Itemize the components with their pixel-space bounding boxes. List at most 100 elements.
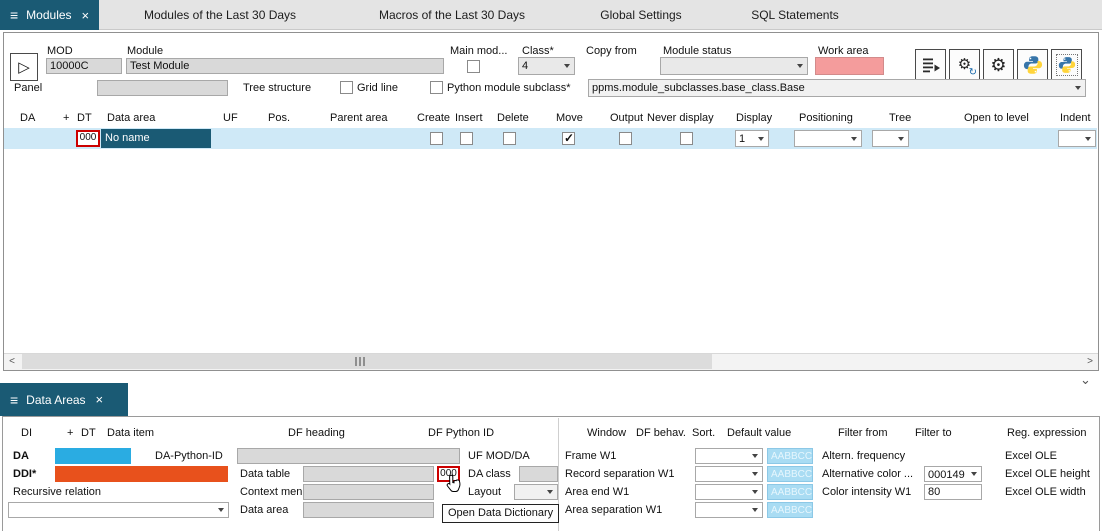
module-name-field[interactable]: Test Module <box>126 58 444 74</box>
da-value-field[interactable] <box>55 448 131 464</box>
alternative-color-label: Alternative color ... <box>822 468 913 480</box>
module-list-run-button[interactable] <box>915 49 946 80</box>
tree-select[interactable] <box>872 130 909 147</box>
bottom-panel-strip <box>0 371 1102 416</box>
main-mod-checkbox[interactable] <box>467 60 480 73</box>
work-area-label: Work area <box>818 45 869 57</box>
run-module-button[interactable]: ▷ <box>10 53 38 81</box>
collapse-panel-chevron-icon[interactable]: ⌄ <box>1080 373 1091 386</box>
tab-global-settings[interactable]: Global Settings <box>578 0 704 30</box>
display-select[interactable]: 1 <box>735 130 769 147</box>
insert-checkbox[interactable] <box>460 132 473 145</box>
tab-data-areas[interactable]: ≡ Data Areas × <box>0 383 128 416</box>
ddi-value-field[interactable] <box>55 466 228 482</box>
context-menu-label: Context menu <box>240 486 308 498</box>
col-positioning: Positioning <box>799 112 853 124</box>
sync-arrow-icon: ↻ <box>969 68 977 78</box>
area-end-w1-color-field[interactable]: AABBCC <box>767 484 813 500</box>
tab-data-areas-label: Data Areas <box>26 393 85 407</box>
module-status-select[interactable] <box>660 57 808 75</box>
col-da: DA <box>20 112 35 124</box>
tab-modules-last-30-days[interactable]: Modules of the Last 30 Days <box>114 0 326 30</box>
scrollbar-thumb[interactable] <box>22 354 712 369</box>
col-never-display: Never display <box>647 112 714 124</box>
output-checkbox[interactable] <box>619 132 632 145</box>
data-area-field[interactable] <box>303 502 434 518</box>
da-python-id-field[interactable] <box>237 448 460 464</box>
col-reg-expression: Reg. expression <box>1007 427 1087 439</box>
frame-w1-select[interactable] <box>695 448 763 464</box>
col-data-area: Data area <box>107 112 155 124</box>
tree-structure-label: Tree structure <box>243 82 311 94</box>
python-subclass-checkbox[interactable] <box>430 81 443 94</box>
col-open-to-level: Open to level <box>964 112 1029 124</box>
move-checkbox[interactable] <box>562 132 575 145</box>
python-module-button[interactable] <box>1051 49 1082 80</box>
da-class-label: DA class <box>468 468 511 480</box>
add-row-button[interactable]: + <box>63 112 69 124</box>
row-dt-cell[interactable]: 000 <box>76 130 100 147</box>
add-item-button[interactable]: + <box>67 427 73 439</box>
color-intensity-w1-field[interactable]: 80 <box>924 484 982 500</box>
col-sort: Sort. <box>692 427 715 439</box>
panel-field[interactable] <box>97 80 228 96</box>
settings-transfer-button[interactable]: ⚙ ↻ <box>949 49 980 80</box>
record-separation-w1-select[interactable] <box>695 466 763 482</box>
recursive-relation-select[interactable] <box>8 502 229 518</box>
col-uf: UF <box>223 112 238 124</box>
tab-modules[interactable]: ≡ Modules × <box>0 0 99 30</box>
class-label: Class* <box>522 45 554 57</box>
python-subclass-label: Python module subclass* <box>447 82 571 94</box>
tab-close-icon[interactable]: × <box>82 9 90 22</box>
scroll-left-button[interactable]: < <box>4 354 20 369</box>
tab-macros-last-30-days[interactable]: Macros of the Last 30 Days <box>352 0 552 30</box>
da-class-field[interactable] <box>519 466 558 482</box>
settings-button[interactable]: ⚙ <box>983 49 1014 80</box>
gear-icon: ⚙ <box>990 56 1006 74</box>
da-label: DA <box>13 450 29 462</box>
scroll-right-button[interactable]: > <box>1082 354 1098 369</box>
tab-sql-statements[interactable]: SQL Statements <box>730 0 860 30</box>
scrollbar-grip-icon <box>355 357 365 366</box>
row-data-area-cell[interactable]: No name <box>101 129 211 148</box>
layout-select[interactable] <box>514 484 558 500</box>
python-macro-button[interactable] <box>1017 49 1048 80</box>
panel-label: Panel <box>14 82 42 94</box>
frame-w1-color-field[interactable]: AABBCC <box>767 448 813 464</box>
col-df-heading: DF heading <box>288 427 345 439</box>
area-separation-w1-select[interactable] <box>695 502 763 518</box>
col-display: Display <box>736 112 772 124</box>
data-table-field[interactable] <box>303 466 434 482</box>
tab-close-icon[interactable]: × <box>96 393 104 406</box>
mod-field[interactable]: 10000C <box>46 58 122 74</box>
col-insert: Insert <box>455 112 483 124</box>
grid-line-checkbox[interactable] <box>340 81 353 94</box>
excel-ole-label: Excel OLE <box>1005 450 1057 462</box>
area-separation-w1-color-field[interactable]: AABBCC <box>767 502 813 518</box>
class-select[interactable]: 4 <box>518 57 575 75</box>
uf-mod-da-label: UF MOD/DA <box>468 450 530 462</box>
col-output: Output <box>610 112 643 124</box>
copy-from-label: Copy from <box>586 45 637 57</box>
color-intensity-w1-label: Color intensity W1 <box>822 486 911 498</box>
col-filter-from: Filter from <box>838 427 888 439</box>
work-area-field[interactable] <box>815 57 884 75</box>
tab-menu-icon[interactable]: ≡ <box>10 8 18 22</box>
col-move: Move <box>556 112 583 124</box>
positioning-select[interactable] <box>794 130 862 147</box>
tab-menu-icon[interactable]: ≡ <box>10 393 18 407</box>
main-mod-label: Main mod... <box>450 45 507 57</box>
play-icon: ▷ <box>18 58 30 76</box>
indent-select[interactable] <box>1058 130 1096 147</box>
record-separation-w1-color-field[interactable]: AABBCC <box>767 466 813 482</box>
python-subclass-select[interactable]: ppms.module_subclasses.base_class.Base <box>588 79 1086 97</box>
list-run-icon <box>921 55 941 75</box>
col-create: Create <box>417 112 450 124</box>
app-window: ≡ Modules × Modules of the Last 30 Days … <box>0 0 1102 531</box>
alternative-color-select[interactable]: 000149 <box>924 466 982 482</box>
never-display-checkbox[interactable] <box>680 132 693 145</box>
area-end-w1-select[interactable] <box>695 484 763 500</box>
delete-checkbox[interactable] <box>503 132 516 145</box>
create-checkbox[interactable] <box>430 132 443 145</box>
context-menu-field[interactable] <box>303 484 434 500</box>
